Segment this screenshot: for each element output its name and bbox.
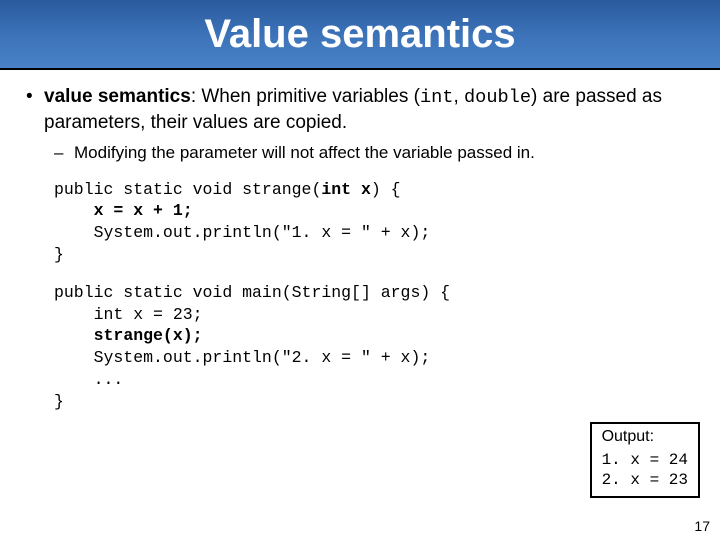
code-block-main: public static void main(String[] args) {… [54, 282, 694, 413]
output-title: Output: [602, 428, 688, 446]
slide-content: • value semantics: When primitive variab… [0, 70, 720, 412]
code-block-strange: public static void strange(int x) { x = … [54, 179, 694, 266]
dash-icon: – [54, 142, 74, 165]
output-lines: 1. x = 24 2. x = 23 [602, 450, 688, 490]
sub-bullet: – Modifying the parameter will not affec… [54, 142, 694, 165]
call-strange: strange(x); [94, 326, 203, 345]
param-int-x: int x [321, 180, 371, 199]
sub-bullet-text: Modifying the parameter will not affect … [74, 142, 535, 165]
type-double: double [464, 86, 531, 108]
output-box: Output: 1. x = 24 2. x = 23 [590, 422, 700, 498]
term: value semantics [44, 86, 191, 107]
bullet-text: value semantics: When primitive variable… [44, 84, 694, 136]
type-int: int [420, 86, 454, 108]
main-bullet: • value semantics: When primitive variab… [26, 84, 694, 136]
title-bar: Value semantics [0, 0, 720, 70]
slide-title: Value semantics [204, 12, 515, 57]
page-number: 17 [694, 518, 710, 534]
bullet-dot-icon: • [26, 84, 44, 136]
